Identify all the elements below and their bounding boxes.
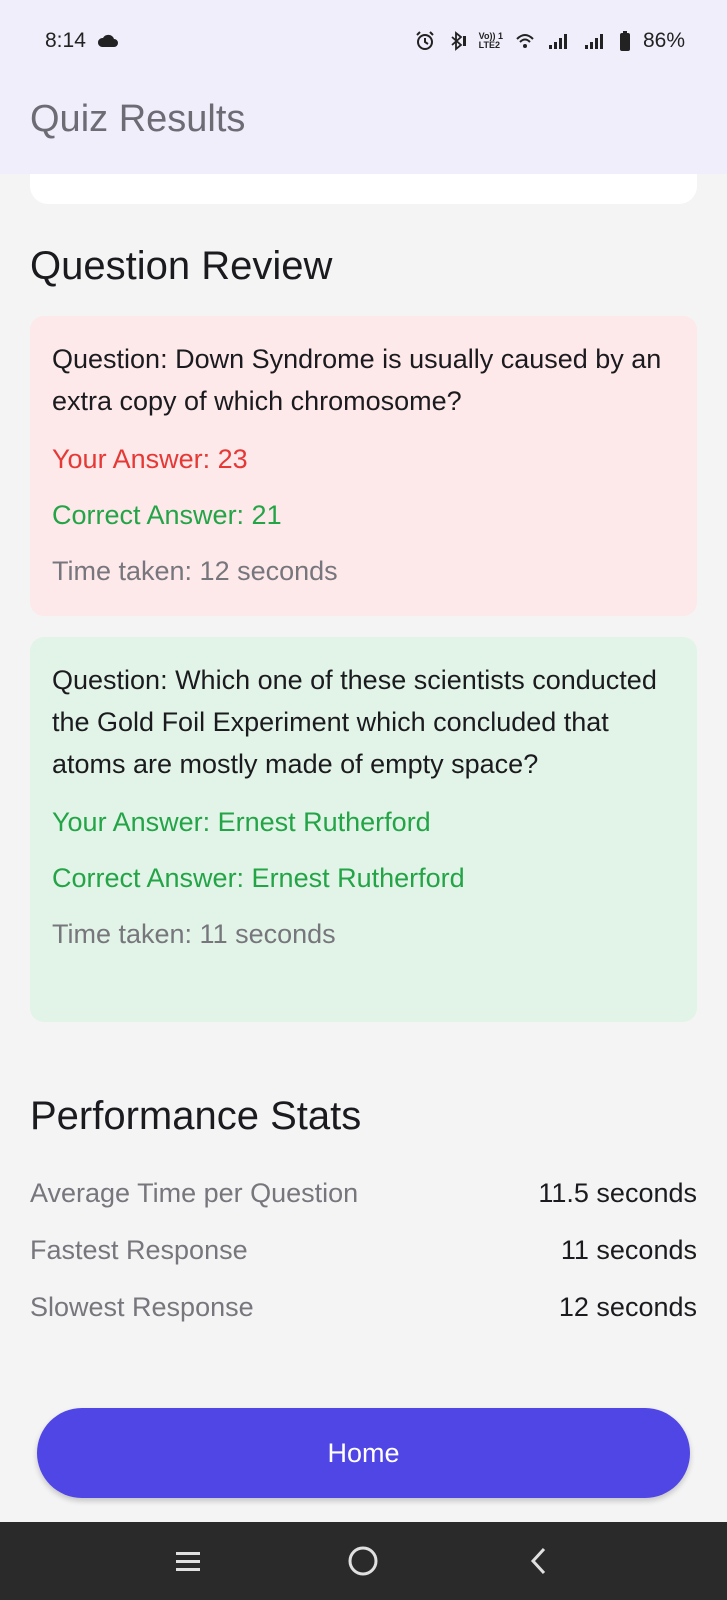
wifi-icon bbox=[516, 34, 534, 48]
stat-row-fastest: Fastest Response 11 seconds bbox=[30, 1235, 697, 1266]
question-text: Question: Down Syndrome is usually cause… bbox=[52, 344, 662, 416]
stat-row-average: Average Time per Question 11.5 seconds bbox=[30, 1178, 697, 1209]
summary-card-bottom bbox=[30, 174, 697, 204]
recent-apps-button[interactable] bbox=[158, 1531, 218, 1591]
correct-answer: Correct Answer: 21 bbox=[52, 500, 282, 530]
app-bar: Quiz Results bbox=[0, 82, 727, 174]
home-circle-icon bbox=[348, 1546, 378, 1576]
stat-row-slowest: Slowest Response 12 seconds bbox=[30, 1292, 697, 1323]
volte-indicator: Vo)) 1 LTE2 bbox=[479, 32, 503, 50]
status-bar: 8:14 Vo)) 1 LTE2 86% bbox=[0, 0, 727, 82]
status-right: Vo)) 1 LTE2 86% bbox=[415, 29, 685, 53]
correct-answer: Correct Answer: Ernest Rutherford bbox=[52, 863, 465, 893]
back-nav-button[interactable] bbox=[509, 1531, 569, 1591]
signal-icon bbox=[548, 34, 567, 49]
performance-stats-heading: Performance Stats bbox=[30, 1094, 362, 1138]
time-taken: Time taken: 11 seconds bbox=[52, 919, 336, 949]
cloud-icon bbox=[97, 34, 118, 47]
stat-label: Fastest Response bbox=[30, 1235, 248, 1265]
battery-icon bbox=[619, 31, 630, 51]
home-nav-button[interactable] bbox=[333, 1531, 393, 1591]
recent-apps-icon bbox=[175, 1552, 200, 1571]
stat-value: 11 seconds bbox=[560, 1235, 697, 1265]
status-left: 8:14 bbox=[45, 29, 118, 53]
home-button[interactable]: Home bbox=[37, 1408, 690, 1498]
volte-bottom: LTE2 bbox=[478, 40, 500, 50]
question-card-correct: Question: Which one of these scientists … bbox=[30, 637, 697, 1022]
question-review-heading: Question Review bbox=[30, 244, 333, 288]
stat-label: Average Time per Question bbox=[30, 1178, 359, 1208]
status-time: 8:14 bbox=[45, 29, 86, 52]
your-answer: Your Answer: Ernest Rutherford bbox=[52, 807, 431, 837]
stat-value: 12 seconds bbox=[558, 1292, 697, 1322]
battery-percent: 86% bbox=[642, 29, 685, 52]
question-card-incorrect: Question: Down Syndrome is usually cause… bbox=[30, 316, 697, 616]
back-icon bbox=[531, 1547, 546, 1575]
stat-label: Slowest Response bbox=[30, 1292, 254, 1322]
your-answer: Your Answer: 23 bbox=[52, 444, 248, 474]
question-text: Question: Which one of these scientists … bbox=[52, 665, 657, 779]
system-nav-bar bbox=[0, 1522, 727, 1600]
time-taken: Time taken: 12 seconds bbox=[52, 556, 338, 586]
page-title: Quiz Results bbox=[30, 98, 246, 140]
signal-icon bbox=[584, 34, 603, 49]
bluetooth-icon bbox=[451, 31, 466, 51]
stat-value: 11.5 seconds bbox=[538, 1178, 697, 1208]
alarm-icon bbox=[415, 31, 434, 50]
